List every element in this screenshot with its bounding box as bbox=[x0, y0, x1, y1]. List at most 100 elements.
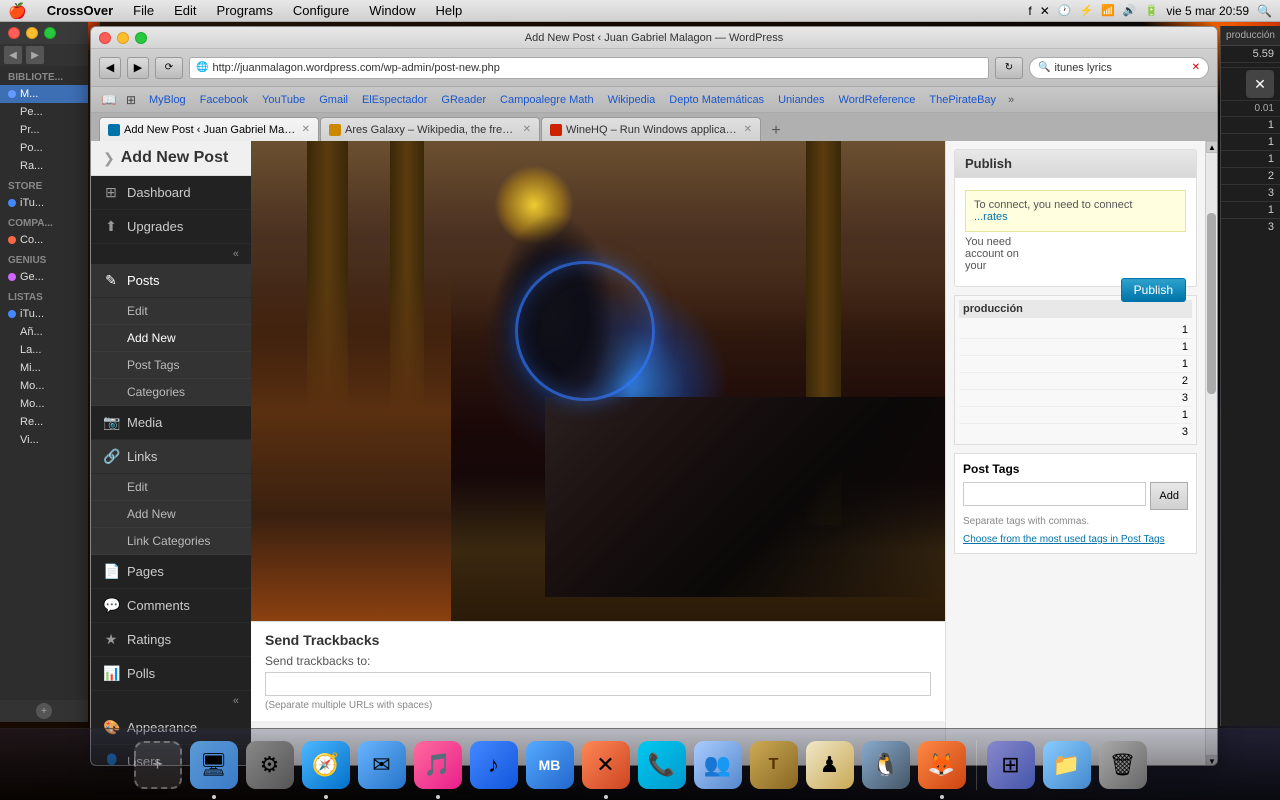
dock-item-crossover[interactable]: ✕ bbox=[580, 739, 632, 791]
search-bar[interactable]: 🔍 itunes lyrics ✕ bbox=[1029, 57, 1209, 79]
itunes-icon-btn[interactable]: ✕ bbox=[1246, 70, 1274, 98]
tags-add-button[interactable]: Add bbox=[1150, 482, 1188, 510]
forward-button[interactable]: ▶ bbox=[127, 57, 149, 79]
bookmark-campoalegre[interactable]: Campoalegre Math bbox=[494, 92, 600, 108]
dock-item-tux[interactable]: 🐧 bbox=[860, 739, 912, 791]
dock-item-skype[interactable]: 📞 bbox=[636, 739, 688, 791]
itunes-add-btn[interactable]: + bbox=[36, 703, 52, 719]
yellow-box-link[interactable]: ...rates bbox=[974, 211, 1008, 223]
trackbacks-input[interactable] bbox=[265, 672, 931, 696]
itunes-item-4[interactable]: Po... bbox=[0, 139, 88, 157]
bookmark-depto[interactable]: Depto Matemáticas bbox=[663, 92, 770, 108]
search-clear-icon[interactable]: ✕ bbox=[1192, 62, 1200, 73]
bookmark-elespectador[interactable]: ElEspectador bbox=[356, 92, 433, 108]
tab-2-close[interactable]: ✕ bbox=[523, 124, 531, 135]
bookmark-gmail[interactable]: Gmail bbox=[313, 92, 354, 108]
wp-menu-pages[interactable]: 📄 Pages bbox=[91, 555, 251, 589]
tags-choose-link[interactable]: Choose from the most used tags in Post T… bbox=[963, 534, 1165, 545]
dock-item-trash[interactable]: 🗑 bbox=[1097, 739, 1149, 791]
menubar-search-icon[interactable]: 🔍 bbox=[1257, 4, 1272, 18]
menubar-programs[interactable]: Programs bbox=[213, 3, 277, 18]
dock-item-safari[interactable]: 🧭 bbox=[300, 739, 352, 791]
dock-item-chess[interactable]: ♟ bbox=[804, 739, 856, 791]
bookmark-myblog[interactable]: MyBlog bbox=[143, 92, 192, 108]
browser-max-btn[interactable] bbox=[135, 32, 147, 44]
window-min[interactable] bbox=[26, 27, 38, 39]
bookmark-greader[interactable]: GReader bbox=[435, 92, 492, 108]
wp-posts-add-new[interactable]: Add New bbox=[91, 325, 251, 352]
wp-collapse-btn-2[interactable]: « bbox=[91, 691, 251, 711]
itunes-list-1[interactable]: iTu... bbox=[0, 305, 88, 323]
wp-menu-upgrades[interactable]: ⬆ Upgrades bbox=[91, 210, 251, 244]
itunes-genius-item[interactable]: Ge... bbox=[0, 268, 88, 286]
dock-item-sysprefs[interactable]: ⚙ bbox=[244, 739, 296, 791]
tab-2[interactable]: Ares Galaxy – Wikipedia, the free ... ✕ bbox=[320, 117, 540, 141]
tab-1-close[interactable]: ✕ bbox=[302, 124, 310, 135]
tab-3-close[interactable]: ✕ bbox=[744, 124, 752, 135]
wp-menu-dashboard[interactable]: ⊞ Dashboard bbox=[91, 176, 251, 210]
apple-menu[interactable]: 🍎 bbox=[8, 2, 27, 20]
itunes-forward-btn[interactable]: ▶ bbox=[26, 46, 44, 64]
wp-collapse-btn[interactable]: « bbox=[91, 244, 251, 264]
wp-menu-ratings[interactable]: ★ Ratings bbox=[91, 623, 251, 657]
tab-1[interactable]: Add New Post ‹ Juan Gabriel Mala... ✕ bbox=[99, 117, 319, 141]
wp-menu-posts[interactable]: ✎ Posts bbox=[91, 264, 251, 298]
reload-button[interactable]: ↻ bbox=[995, 57, 1023, 79]
dock-item-finder[interactable]: 🖥 bbox=[188, 739, 240, 791]
itunes-item-2[interactable]: Pe... bbox=[0, 103, 88, 121]
dock-item-addnew[interactable]: + bbox=[132, 739, 184, 791]
menubar-window[interactable]: Window bbox=[365, 3, 419, 18]
browser-close-btn[interactable] bbox=[99, 32, 111, 44]
bookmarks-grid-icon[interactable]: ⊞ bbox=[121, 90, 141, 110]
dock-item-music[interactable]: ♪ bbox=[468, 739, 520, 791]
vscroll-thumb[interactable] bbox=[1207, 213, 1216, 394]
wp-menu-media[interactable]: 📷 Media bbox=[91, 406, 251, 440]
itunes-list-4[interactable]: Mi... bbox=[0, 359, 88, 377]
new-tab-button[interactable]: + bbox=[766, 121, 786, 141]
vscroll-up-btn[interactable]: ▲ bbox=[1206, 141, 1217, 153]
itunes-store-item[interactable]: iTu... bbox=[0, 194, 88, 212]
refresh-button[interactable]: ⟳ bbox=[155, 57, 183, 79]
vscroll-track[interactable] bbox=[1206, 153, 1217, 755]
wp-menu-polls[interactable]: 📊 Polls bbox=[91, 657, 251, 691]
itunes-item-music[interactable]: M... bbox=[0, 85, 88, 103]
dock-item-mail[interactable]: ✉ bbox=[356, 739, 408, 791]
itunes-list-3[interactable]: La... bbox=[0, 341, 88, 359]
bookmark-facebook[interactable]: Facebook bbox=[194, 92, 254, 108]
menubar-help[interactable]: Help bbox=[432, 3, 467, 18]
wp-links-categories[interactable]: Link Categories bbox=[91, 528, 251, 555]
bookmarks-more[interactable]: » bbox=[1008, 94, 1014, 106]
publish-button[interactable]: Publish bbox=[1121, 278, 1186, 302]
wp-posts-tags[interactable]: Post Tags bbox=[91, 352, 251, 379]
bookmark-wordref[interactable]: WordReference bbox=[833, 92, 922, 108]
dock-item-users[interactable]: 👥 bbox=[692, 739, 744, 791]
bookmark-youtube[interactable]: YouTube bbox=[256, 92, 311, 108]
wp-links-add-new[interactable]: Add New bbox=[91, 501, 251, 528]
window-max[interactable] bbox=[44, 27, 56, 39]
dock-item-tex[interactable]: T bbox=[748, 739, 800, 791]
tab-3[interactable]: WineHQ – Run Windows applicati... ✕ bbox=[541, 117, 761, 141]
menubar-crossover[interactable]: CrossOver bbox=[43, 3, 117, 18]
address-bar[interactable]: 🌐 http://juanmalagon.wordpress.com/wp-ad… bbox=[189, 57, 989, 79]
itunes-list-5[interactable]: Mo... bbox=[0, 377, 88, 395]
wp-posts-edit[interactable]: Edit bbox=[91, 298, 251, 325]
bookmark-piratebay[interactable]: ThePirateBay bbox=[923, 92, 1002, 108]
wp-links-edit[interactable]: Edit bbox=[91, 474, 251, 501]
window-close[interactable] bbox=[8, 27, 20, 39]
itunes-item-5[interactable]: Ra... bbox=[0, 157, 88, 175]
dock-item-firefox[interactable]: 🦊 bbox=[916, 739, 968, 791]
itunes-list-2[interactable]: Añ... bbox=[0, 323, 88, 341]
bookmark-wikipedia[interactable]: Wikipedia bbox=[602, 92, 662, 108]
wp-menu-links[interactable]: 🔗 Links bbox=[91, 440, 251, 474]
browser-min-btn[interactable] bbox=[117, 32, 129, 44]
dock-item-docs[interactable]: 📁 bbox=[1041, 739, 1093, 791]
itunes-list-7[interactable]: Re... bbox=[0, 413, 88, 431]
wp-menu-comments[interactable]: 💬 Comments bbox=[91, 589, 251, 623]
itunes-back-btn[interactable]: ◀ bbox=[4, 46, 22, 64]
bookmarks-home-icon[interactable]: 📖 bbox=[99, 90, 119, 110]
menubar-file[interactable]: File bbox=[129, 3, 158, 18]
back-button[interactable]: ◀ bbox=[99, 57, 121, 79]
itunes-item-3[interactable]: Pr... bbox=[0, 121, 88, 139]
itunes-list-8[interactable]: Vi... bbox=[0, 431, 88, 449]
bookmark-uniandes[interactable]: Uniandes bbox=[772, 92, 830, 108]
